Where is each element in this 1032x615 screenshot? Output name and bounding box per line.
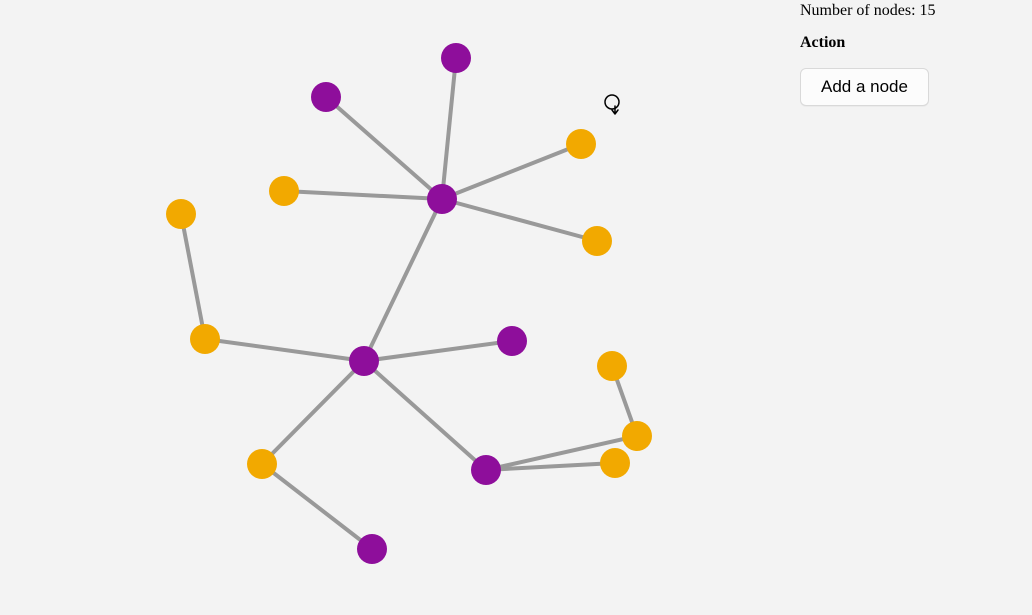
graph-node[interactable] [190,324,220,354]
graph-edge [364,361,486,470]
action-heading: Action [800,34,1032,52]
graph-edge [326,97,442,199]
graph-node[interactable] [247,449,277,479]
node-count-label: Number of nodes: [800,2,916,19]
graph-node[interactable] [427,184,457,214]
graph-node[interactable] [357,534,387,564]
graph-edge [442,58,456,199]
graph-node[interactable] [597,351,627,381]
graph-edge [262,464,372,549]
graph-edge [442,199,597,241]
graph-node[interactable] [566,129,596,159]
graph-node[interactable] [166,199,196,229]
graph-node[interactable] [349,346,379,376]
graph-canvas[interactable] [0,0,790,615]
graph-edge [181,214,205,339]
graph-node[interactable] [600,448,630,478]
node-count-line: Number of nodes: 15 [800,2,1032,20]
graph-node[interactable] [441,43,471,73]
graph-edge [284,191,442,199]
graph-node[interactable] [497,326,527,356]
graph-edge [364,199,442,361]
graph-node[interactable] [471,455,501,485]
graph-node[interactable] [622,421,652,451]
node-count-value: 15 [920,2,936,19]
sidebar: Number of nodes: 15 Action Add a node [800,0,1032,106]
graph-edge [442,144,581,199]
add-node-button[interactable]: Add a node [800,68,929,106]
graph-node[interactable] [269,176,299,206]
graph-node[interactable] [311,82,341,112]
graph-edge [262,361,364,464]
graph-edge [364,341,512,361]
graph-edge [205,339,364,361]
graph-node[interactable] [582,226,612,256]
